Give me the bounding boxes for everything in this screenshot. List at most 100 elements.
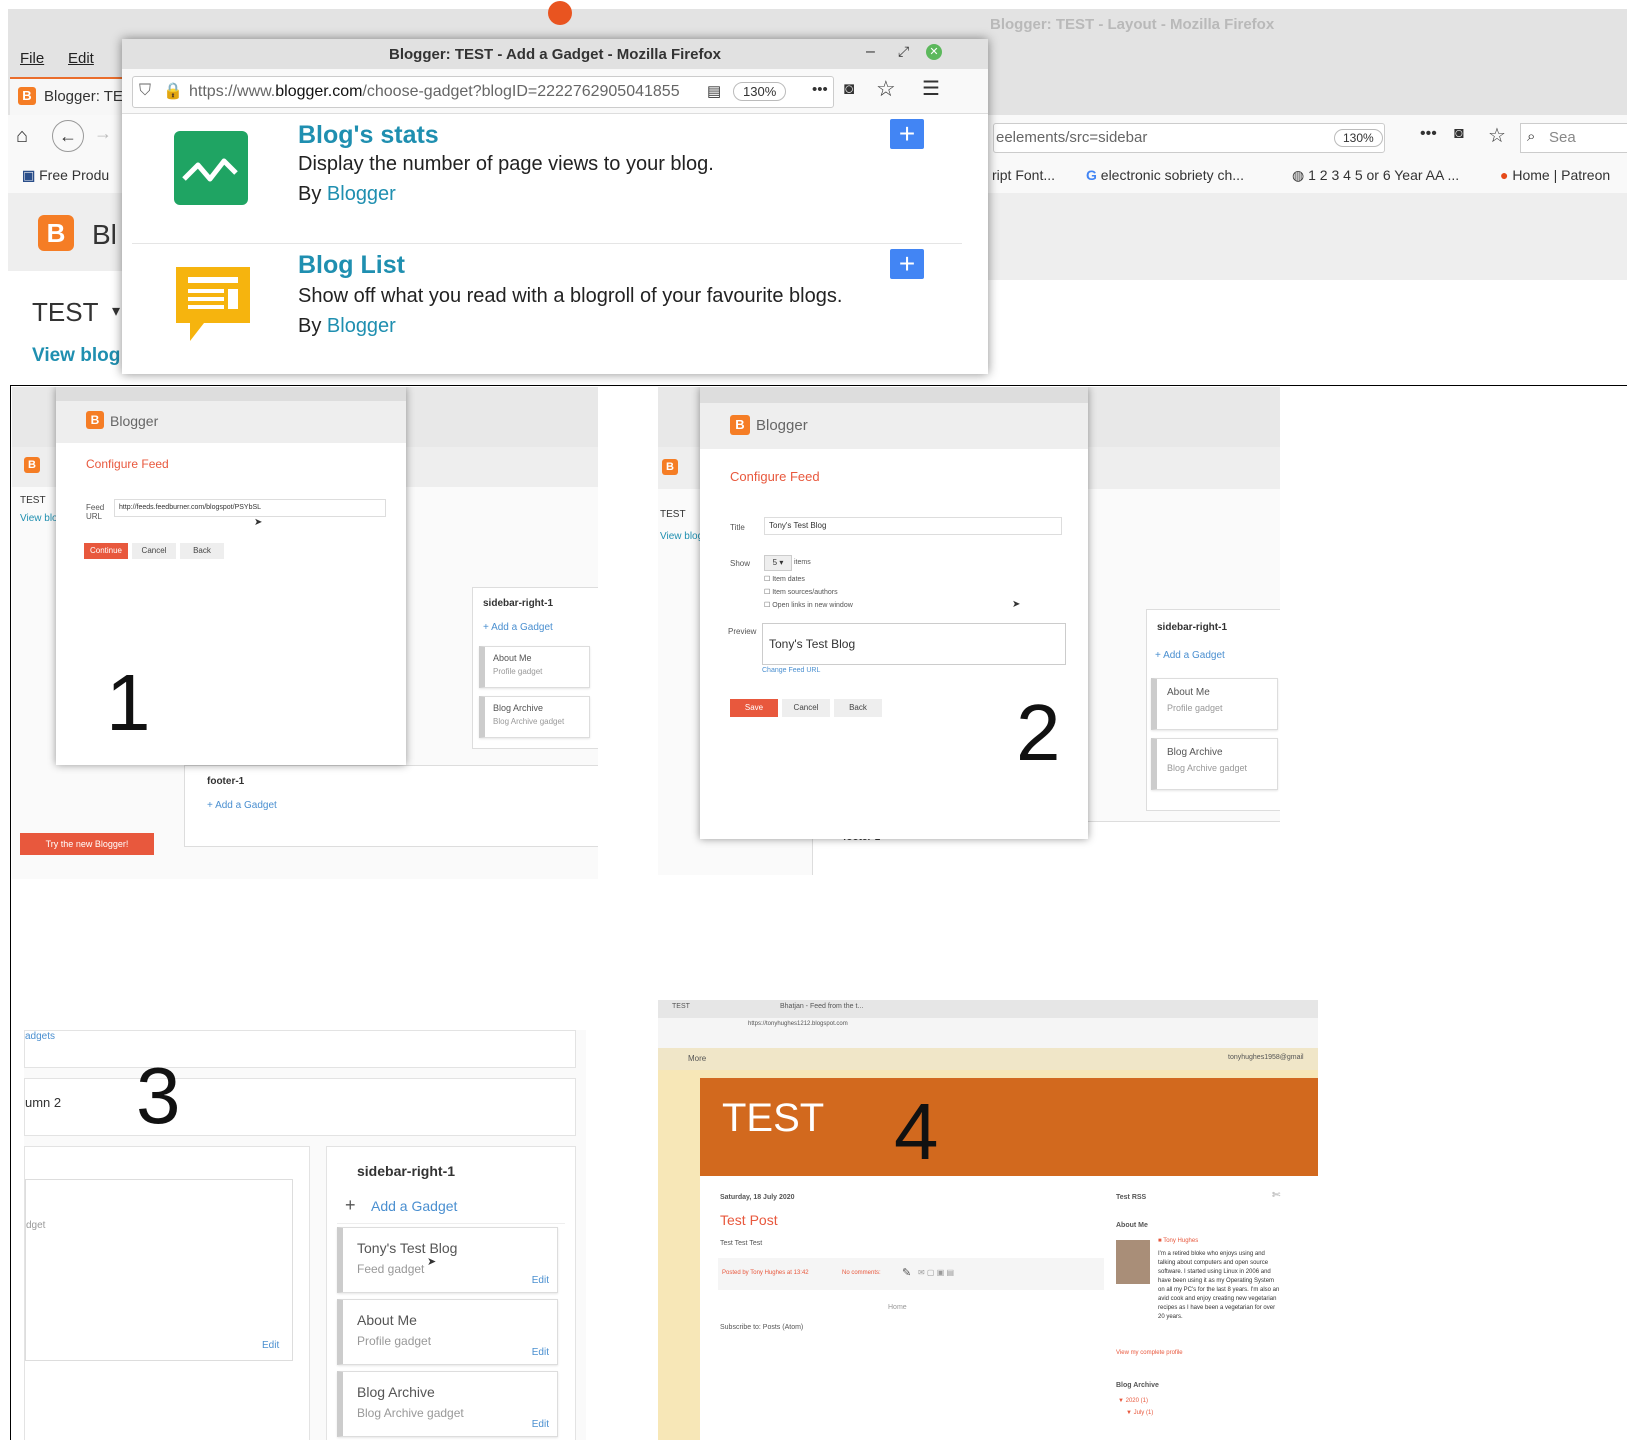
bookmark-script-font[interactable]: ript Font... [992,167,1055,183]
gadget-card[interactable]: About Me Profile gadget [1151,678,1278,730]
back-icon[interactable]: ← [52,120,84,152]
blog-name[interactable]: TEST [32,297,98,328]
bookmark-aa[interactable]: ◍ 1 2 3 4 5 or 6 Year AA ... [1292,167,1459,184]
option-item-sources[interactable]: ☐ Item sources/authors [764,586,853,599]
author-link[interactable]: Blogger [327,183,396,205]
save-button[interactable]: Save [730,699,778,717]
gadget-card[interactable]: Blog Archive Blog Archive gadget [479,696,590,738]
bookmark-electronic-sobriety[interactable]: G electronic sobriety ch... [1086,167,1244,183]
popup-url-bar[interactable]: ⛉ 🔒 https://www.blogger.com/choose-gadge… [132,76,834,108]
menu-file[interactable]: File [20,50,44,67]
pocket-icon[interactable]: ◙ [1454,125,1464,143]
gadget-title[interactable]: Blog's stats [298,121,439,150]
panel4-url[interactable]: https://tonyhughes1212.blogspot.com [748,1021,848,1027]
profile-link[interactable]: View my complete profile [1116,1350,1183,1356]
home-icon[interactable]: ⌂ [16,125,28,148]
gadgets-link[interactable]: adgets [25,1031,55,1042]
back-button[interactable]: Back [180,543,224,559]
author-name[interactable]: ■ Tony Hughes [1158,1238,1198,1244]
wrench-icon[interactable]: ✄ [1272,1190,1280,1201]
gadget-title[interactable]: Blog List [298,251,405,280]
footer-add-gadget-link[interactable]: + Add a Gadget [207,800,277,811]
popup-zoom-badge[interactable]: 130% [733,82,787,101]
archive-year[interactable]: ▼ 2020 (1) [1118,1398,1148,1404]
dialog-titlebar [56,387,406,401]
gadget-card-blog-archive[interactable]: Blog Archive Blog Archive gadget Edit [337,1371,558,1437]
cancel-button[interactable]: Cancel [782,699,830,717]
mouse-cursor-icon: ➤ [1012,599,1021,610]
back-button[interactable]: Back [834,699,882,717]
edit-pencil-icon[interactable]: ✎ [902,1266,911,1279]
search-box[interactable]: ⌕ Sea [1520,123,1627,153]
add-gadget-popup-window: Blogger: TEST - Add a Gadget - Mozilla F… [122,39,988,374]
rss-title: Test RSS [1116,1194,1147,1201]
author-link[interactable]: Blogger [327,315,396,337]
edit-link[interactable]: Edit [532,1347,549,1358]
blogger-logo-icon: B [24,457,40,473]
add-gadget-plus-button[interactable]: + [890,249,924,279]
edit-link[interactable]: Edit [532,1275,549,1286]
post-title[interactable]: Test Post [720,1212,778,1228]
add-gadget-link[interactable]: + Add a Gadget [337,1187,565,1224]
home-link[interactable]: Home [888,1304,907,1311]
account-email[interactable]: tonyhughes1958@gmail [1228,1054,1304,1061]
cancel-button[interactable]: Cancel [132,543,176,559]
more-menu[interactable]: More [688,1054,706,1063]
horizontal-divider [10,385,1627,386]
archive-month[interactable]: ▼ July (1) [1126,1410,1153,1416]
bookmark-free-products[interactable]: ▣ Free Produ [22,167,109,184]
blog-name[interactable]: TEST [20,495,46,506]
gadget-card[interactable]: Blog Archive Blog Archive gadget [1151,738,1278,790]
option-open-links[interactable]: ☐ Open links in new window [764,599,853,612]
edit-link[interactable]: Edit [262,1340,279,1351]
reader-icon[interactable]: ▤ [707,82,721,100]
background-url-bar[interactable]: eelements/src=sidebar 130% [993,123,1385,153]
tab-feed[interactable]: Bhatjan - Feed from the t... [780,1003,863,1010]
panel-2: B TEST View blog sidebar-right-1 + Add a… [658,387,1280,875]
gadget-card[interactable]: dget Edit [25,1179,293,1361]
plus-icon: + [345,1195,356,1215]
gadget-card-feed[interactable]: Tony's Test Blog Feed gadget Edit [337,1227,558,1293]
continue-button[interactable]: Continue [84,543,128,559]
feed-url-input[interactable]: http://feeds.feedburner.com/blogspot/PSY… [114,499,386,517]
zoom-badge[interactable]: 130% [1334,129,1383,147]
add-gadget-link[interactable]: + Add a Gadget [1155,650,1225,661]
forward-icon[interactable]: → [94,123,112,144]
title-input[interactable]: Tony's Test Blog [764,517,1062,535]
option-item-dates[interactable]: ☐ Item dates [764,573,853,586]
change-feed-url-link[interactable]: Change Feed URL [762,667,820,674]
blog-header-banner: TEST [700,1078,1318,1176]
minimize-icon[interactable]: – [866,43,875,61]
subscribe-link[interactable]: Subscribe to: Posts (Atom) [720,1324,803,1331]
mouse-cursor-icon: ➤ [427,1256,437,1268]
try-new-blogger-button[interactable]: Try the new Blogger! [20,833,154,855]
popup-titlebar: Blogger: TEST - Add a Gadget - Mozilla F… [122,39,988,69]
panel4-tabstrip: TEST Bhatjan - Feed from the t... [658,1000,1318,1018]
add-gadget-link[interactable]: + Add a Gadget [483,622,553,633]
search-placeholder: Sea [1549,129,1576,146]
popup-more-icon[interactable]: ••• [812,81,828,98]
bookmark-patreon[interactable]: ● Home | Patreon [1500,167,1610,183]
blog-name[interactable]: TEST [660,509,686,520]
add-gadget-plus-button[interactable]: + [890,119,924,149]
caret-down-icon[interactable]: ▾ [112,301,120,321]
comments-link[interactable]: No comments: [842,1270,881,1276]
share-icons[interactable]: ✉ ▢ ▣ ▤ [918,1268,954,1277]
step-number: 3 [136,1051,181,1140]
popup-star-icon[interactable]: ☆ [876,76,896,102]
gadget-card[interactable]: About Me Profile gadget [479,646,590,688]
gadget-card-about-me[interactable]: About Me Profile gadget Edit [337,1299,558,1365]
star-icon[interactable]: ☆ [1488,123,1506,148]
view-blog-link[interactable]: View blog [32,345,120,367]
popup-pocket-icon[interactable]: ◙ [844,79,854,99]
edit-link[interactable]: Edit [532,1419,549,1430]
view-blog-link[interactable]: View blog [660,531,703,542]
hamburger-menu-icon[interactable]: ☰ [922,76,940,101]
maximize-icon[interactable]: ⤢ [898,43,909,60]
more-icon[interactable]: ••• [1420,125,1437,143]
show-count-select[interactable]: 5 ▾ [764,555,792,571]
menu-edit[interactable]: Edit [68,50,94,67]
tab-test[interactable]: TEST [672,1003,690,1010]
close-icon[interactable]: ✕ [926,44,942,60]
tab-blogger[interactable]: B Blogger: TE [10,77,130,115]
